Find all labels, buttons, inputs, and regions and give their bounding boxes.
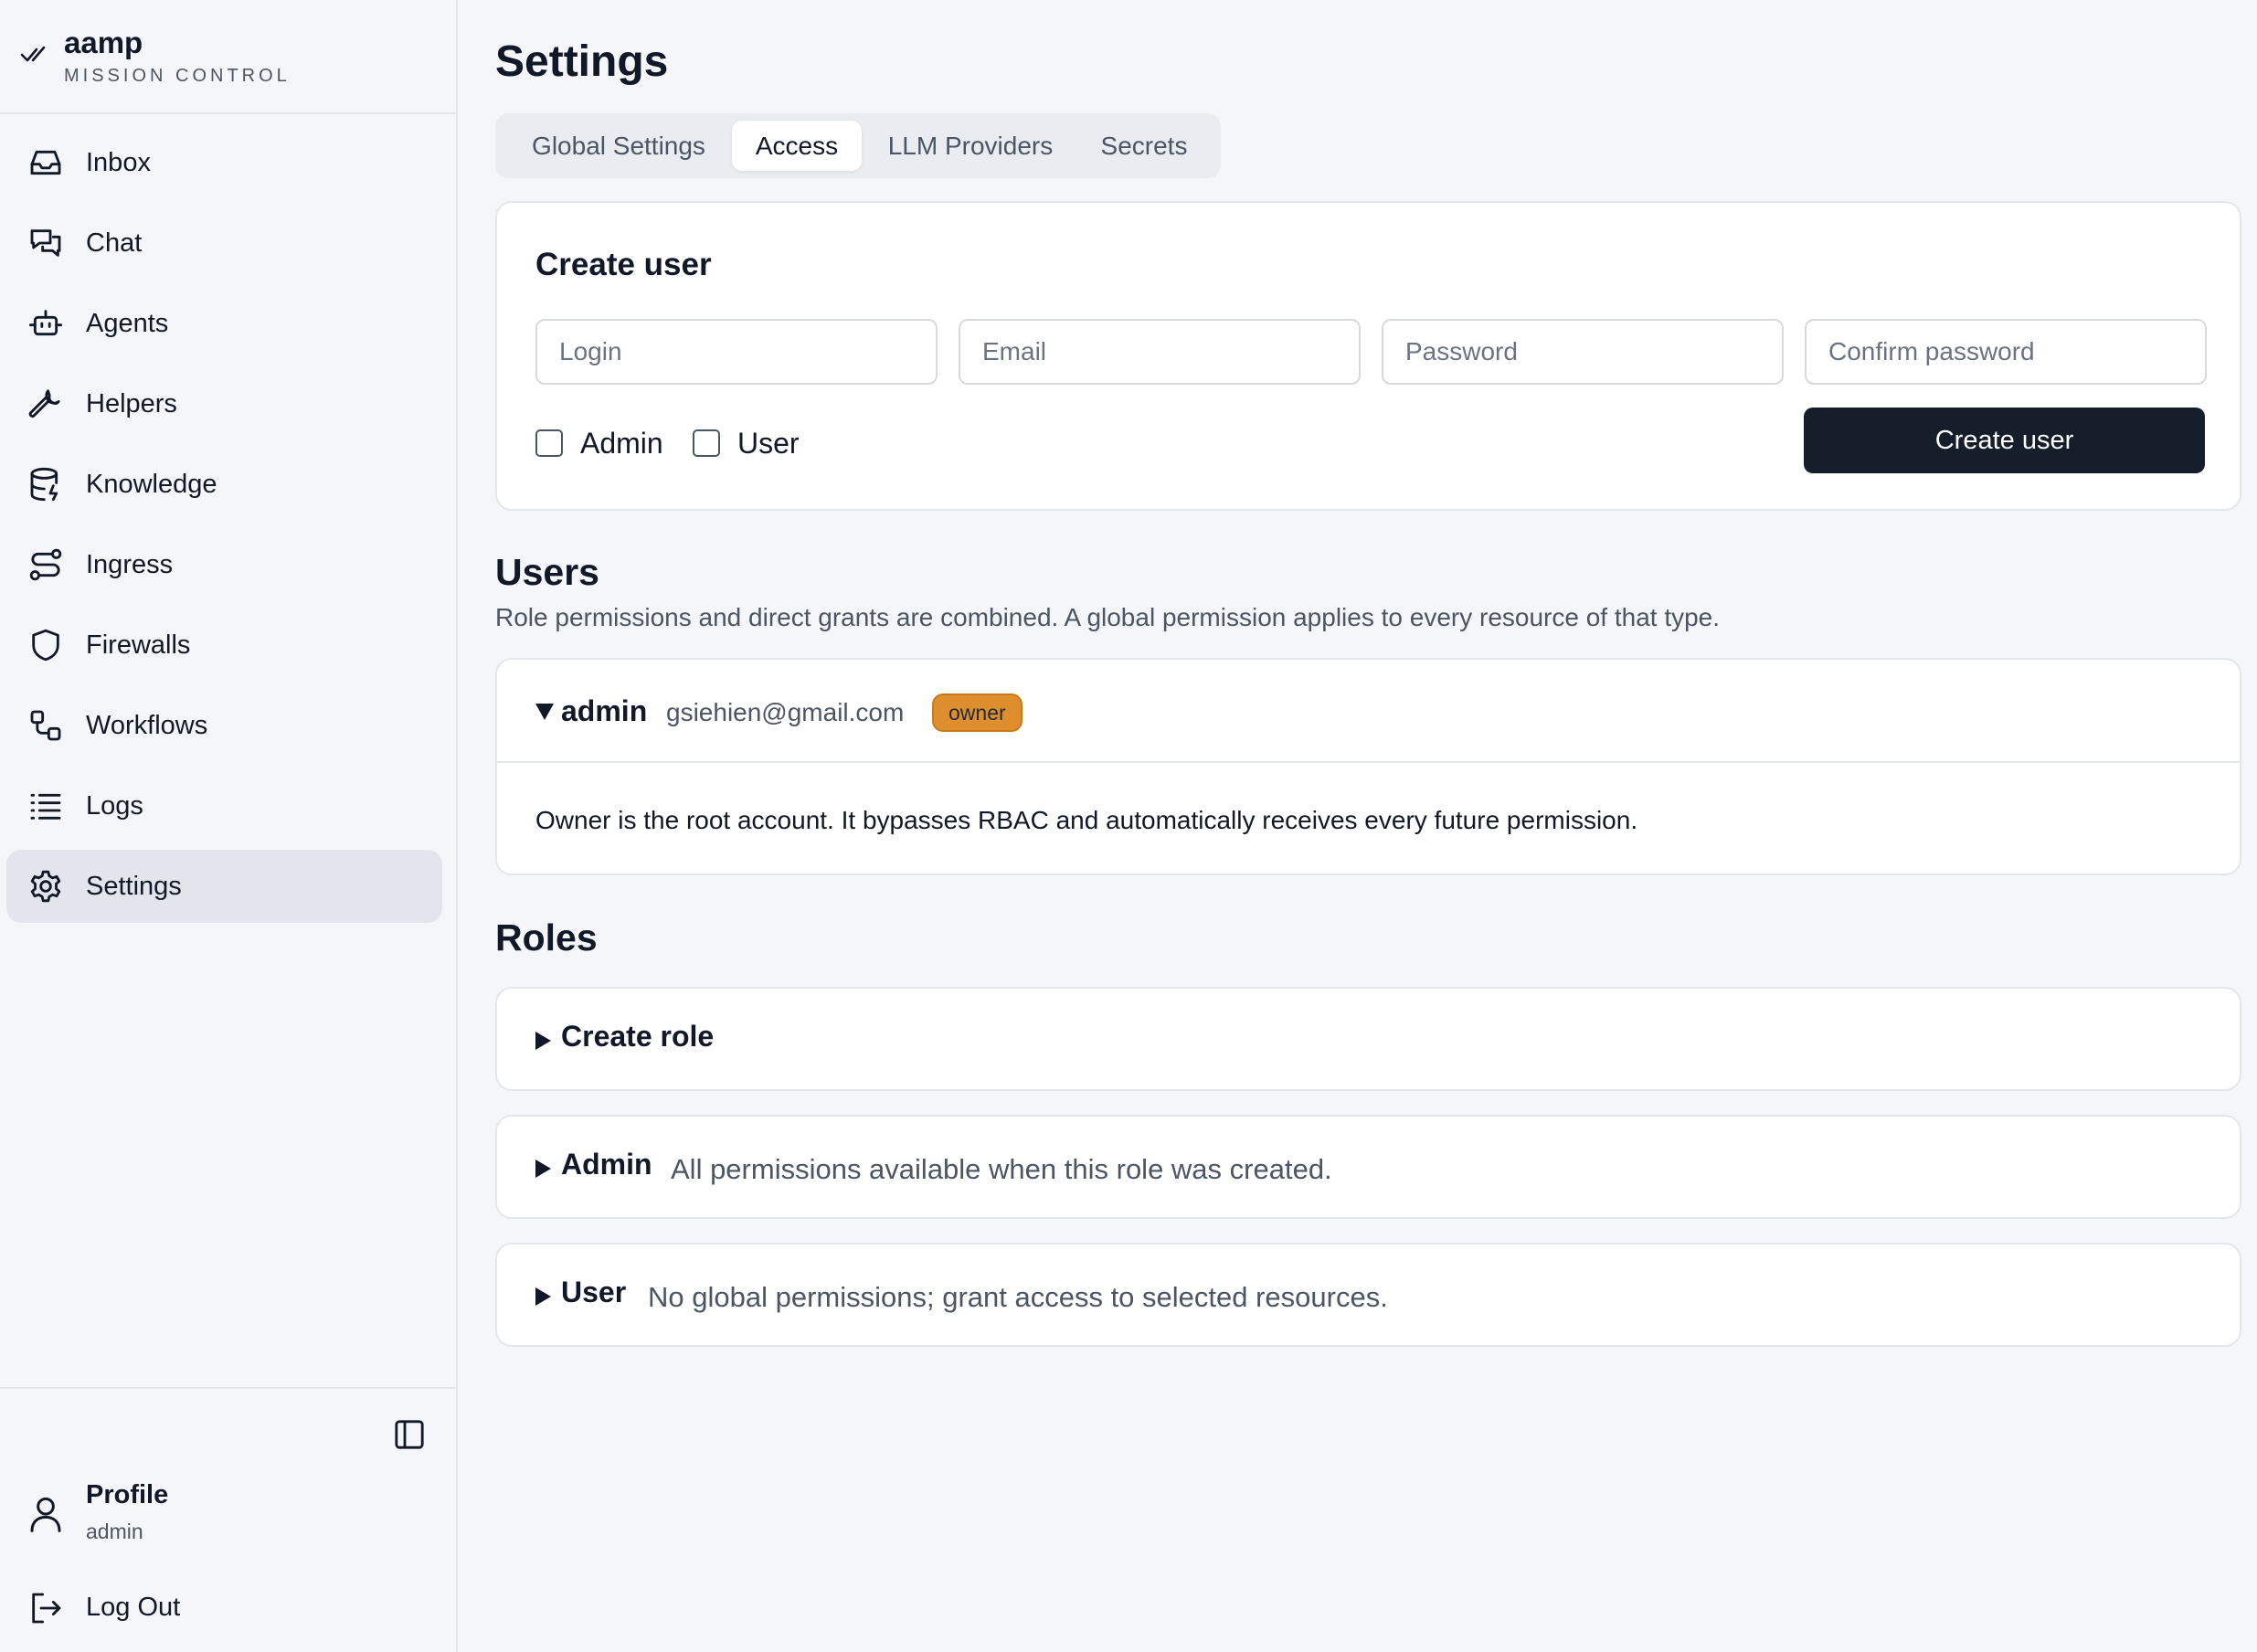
caret-right-icon [535, 1160, 551, 1178]
sidebar-item-label: Firewalls [86, 630, 191, 660]
role-row-admin[interactable]: Admin All permissions available when thi… [495, 1115, 2241, 1219]
sidebar-item-chat[interactable]: Chat [6, 206, 442, 280]
sidebar-footer: Profile admin Log Out [0, 1387, 458, 1652]
bot-icon [28, 310, 63, 336]
user-description: Owner is the root account. It bypasses R… [535, 806, 1638, 834]
tab-secrets[interactable]: Secrets [1080, 121, 1208, 171]
sidebar-item-ingress[interactable]: Ingress [6, 528, 442, 601]
sidebar-item-firewalls[interactable]: Firewalls [6, 609, 442, 682]
create-user-card: Create user Admin User Create user [495, 201, 2241, 511]
list-icon [30, 793, 61, 820]
checkbox-label: Admin [580, 426, 663, 460]
double-check-icon [20, 46, 46, 62]
password-field[interactable] [1382, 319, 1784, 385]
sidebar-item-knowledge[interactable]: Knowledge [6, 448, 442, 521]
sidebar-item-label: Ingress [86, 549, 174, 579]
sidebar-item-helpers[interactable]: Helpers [6, 367, 442, 440]
page-title: Settings [495, 37, 669, 86]
sidebar-item-settings[interactable]: Settings [6, 850, 442, 923]
user-name: admin [561, 694, 648, 727]
role-name: Admin [561, 1148, 652, 1181]
role-description: All permissions available when this role… [671, 1153, 1332, 1185]
checkbox-label: User [737, 426, 800, 460]
checkbox-box[interactable] [535, 429, 563, 457]
create-role-label: Create role [561, 1020, 715, 1053]
sidebar-item-label: Logs [86, 790, 143, 821]
sidebar-toggle-icon[interactable] [391, 1416, 428, 1453]
tab-access[interactable]: Access [732, 121, 862, 171]
tab-global-settings[interactable]: Global Settings [506, 121, 731, 171]
role-description: No global permissions; grant access to s… [648, 1281, 1388, 1313]
login-field[interactable] [535, 319, 938, 385]
user-email: gsiehien@gmail.com [666, 698, 905, 726]
brand-name: aamp [64, 26, 143, 59]
inbox-icon [30, 150, 61, 175]
user-row-toggle[interactable]: admin gsiehien@gmail.com owner [497, 660, 2240, 763]
logout-label: Log Out [86, 1593, 181, 1622]
profile-link[interactable]: Profile admin [0, 1476, 458, 1558]
user-icon [30, 1497, 61, 1532]
database-icon [30, 467, 58, 502]
sidebar-nav: Inbox Chat Agents Helpers Knowledge Ingr… [0, 126, 458, 930]
profile-username: admin [86, 1520, 143, 1543]
sidebar-item-label: Agents [86, 308, 169, 338]
create-user-title: Create user [535, 247, 712, 282]
logout-button[interactable]: Log Out [0, 1581, 458, 1636]
create-role-toggle[interactable]: Create role [495, 987, 2241, 1091]
user-role-checkbox[interactable]: User [693, 425, 800, 461]
caret-right-icon [535, 1032, 551, 1050]
sidebar-item-label: Knowledge [86, 469, 217, 499]
sidebar-item-label: Inbox [86, 147, 151, 177]
caret-down-icon [535, 704, 554, 720]
role-name: User [561, 1276, 627, 1308]
sidebar-item-label: Workflows [86, 710, 208, 740]
sidebar-item-label: Chat [86, 228, 143, 258]
wrench-icon [28, 389, 60, 418]
confirm-password-field[interactable] [1805, 319, 2207, 385]
settings-tabs: Global Settings Access LLM Providers Sec… [495, 113, 1221, 178]
sidebar-item-logs[interactable]: Logs [6, 769, 442, 842]
users-subtitle: Role permissions and direct grants are c… [495, 603, 1721, 631]
checkbox-box[interactable] [693, 429, 720, 457]
profile-title: Profile [86, 1480, 169, 1509]
create-user-button[interactable]: Create user [1804, 408, 2205, 473]
role-row-user[interactable]: User No global permissions; grant access… [495, 1243, 2241, 1347]
route-icon [29, 548, 62, 581]
tab-llm-providers[interactable]: LLM Providers [863, 121, 1078, 171]
sidebar-item-label: Helpers [86, 388, 177, 418]
email-field[interactable] [959, 319, 1361, 385]
sidebar-item-workflows[interactable]: Workflows [6, 689, 442, 762]
owner-badge: owner [932, 694, 1023, 732]
user-card: admin gsiehien@gmail.com owner Owner is … [495, 658, 2241, 875]
caret-right-icon [535, 1287, 551, 1306]
shield-icon [32, 629, 59, 662]
admin-role-checkbox[interactable]: Admin [535, 425, 663, 461]
roles-title: Roles [495, 916, 598, 958]
brand-subtitle: MISSION CONTROL [64, 66, 291, 86]
sidebar-item-agents[interactable]: Agents [6, 287, 442, 360]
sidebar-item-label: Settings [86, 871, 182, 901]
sidebar: aamp MISSION CONTROL Inbox Chat Agents H… [0, 0, 458, 1652]
logout-icon [32, 1593, 61, 1624]
sidebar-item-inbox[interactable]: Inbox [6, 126, 442, 199]
users-title: Users [495, 551, 599, 593]
chat-icon [30, 229, 61, 257]
workflow-icon [30, 710, 61, 741]
gear-icon [30, 870, 61, 903]
brand-header: aamp MISSION CONTROL [0, 0, 456, 114]
